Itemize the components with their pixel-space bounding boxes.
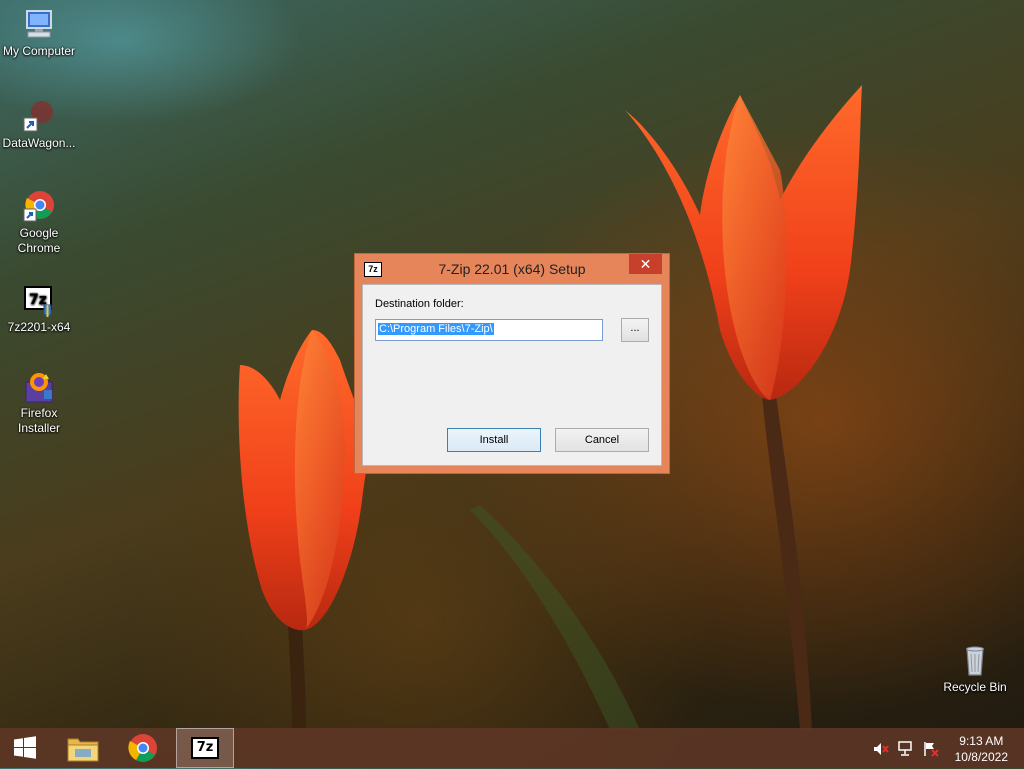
- volume-muted-icon[interactable]: [872, 728, 892, 768]
- desktop-icon-firefox-installer[interactable]: Firefox Installer: [0, 370, 78, 436]
- destination-folder-label: Destination folder:: [375, 298, 464, 310]
- recycle-bin-icon: [958, 644, 992, 678]
- clock-time: 9:13 AM: [959, 734, 1004, 748]
- desktop-icon-my-computer[interactable]: My Computer: [0, 8, 78, 59]
- desktop-icon-label: My Computer: [2, 44, 76, 58]
- chrome-icon: [128, 734, 157, 762]
- desktop-icon-7z2201-x64[interactable]: 7z 7z2201-x64: [0, 284, 78, 335]
- taskbar-7zip-setup[interactable]: 7z: [176, 728, 234, 768]
- desktop-icon-label: 7z2201-x64: [7, 320, 71, 334]
- desktop-icon-google-chrome[interactable]: Google Chrome: [0, 190, 78, 256]
- cancel-button[interactable]: Cancel: [555, 428, 649, 452]
- 7zip-installer-icon: 7z: [22, 284, 56, 318]
- 7zip-icon: 7z: [191, 737, 219, 759]
- clock-date: 10/8/2022: [954, 750, 1008, 764]
- action-center-flag-icon[interactable]: [922, 728, 942, 768]
- chrome-icon: [22, 190, 56, 224]
- firefox-installer-icon: [22, 370, 56, 404]
- desktop-icon-label: DataWagon...: [2, 136, 76, 150]
- install-button[interactable]: Install: [447, 428, 541, 452]
- close-icon: ✕: [639, 256, 652, 272]
- computer-icon: [22, 8, 56, 42]
- desktop-icon-label: Firefox Installer: [17, 406, 61, 435]
- dialog-title: 7-Zip 22.01 (x64) Setup: [438, 261, 586, 277]
- windows-logo-icon: [14, 736, 36, 759]
- taskbar: 7z 9:13 AM 10/8/2022: [0, 728, 1024, 768]
- desktop-icon-label: Recycle Bin: [943, 680, 1007, 694]
- browse-button[interactable]: ...: [621, 318, 649, 342]
- system-clock[interactable]: 9:13 AM 10/8/2022: [955, 733, 1008, 765]
- desktop-icon-label: Google Chrome: [17, 226, 61, 255]
- destination-folder-value: C:\Program Files\7-Zip\: [378, 323, 494, 335]
- close-button[interactable]: ✕: [629, 254, 662, 274]
- taskbar-google-chrome[interactable]: [114, 728, 172, 768]
- dialog-client-area: Destination folder: C:\Program Files\7-Z…: [362, 284, 662, 466]
- destination-folder-input[interactable]: C:\Program Files\7-Zip\: [375, 319, 603, 341]
- taskbar-file-explorer[interactable]: [54, 728, 112, 768]
- setup-dialog: 7z 7-Zip 22.01 (x64) Setup ✕ Destination…: [354, 253, 670, 474]
- shortcut-icon: [22, 100, 56, 134]
- start-button[interactable]: [0, 728, 50, 768]
- desktop-icon-datawagon[interactable]: DataWagon...: [0, 100, 78, 151]
- desktop-icon-recycle-bin[interactable]: Recycle Bin: [936, 644, 1014, 695]
- folder-icon: [67, 738, 99, 762]
- network-icon[interactable]: [897, 728, 917, 768]
